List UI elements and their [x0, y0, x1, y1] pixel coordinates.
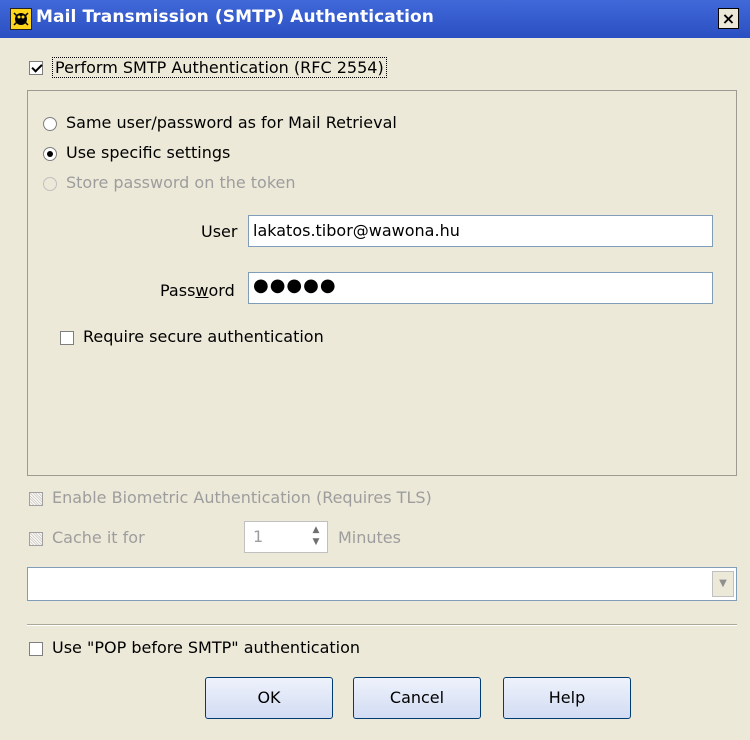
smtp-auth-dialog: Mail Transmission (SMTP) Authentication …: [0, 0, 750, 740]
perform-smtp-auth-checkbox[interactable]: [29, 61, 43, 75]
title-bar[interactable]: Mail Transmission (SMTP) Authentication …: [0, 0, 750, 38]
password-label: Password: [160, 281, 235, 300]
store-token-radio[interactable]: [43, 177, 57, 191]
separator: [27, 624, 737, 626]
require-secure-label[interactable]: Require secure authentication: [83, 327, 324, 346]
biometric-checkbox[interactable]: [29, 492, 43, 506]
user-label: User: [201, 222, 238, 241]
password-input[interactable]: ●●●●●: [248, 272, 713, 304]
chevron-down-icon[interactable]: ▼: [712, 571, 734, 597]
spin-down-icon[interactable]: ▼: [311, 537, 321, 547]
cancel-button[interactable]: Cancel: [353, 677, 481, 719]
account-dropdown[interactable]: ▼: [27, 567, 737, 601]
pop-before-smtp-label[interactable]: Use "POP before SMTP" authentication: [52, 638, 360, 657]
same-user-radio[interactable]: [43, 117, 57, 131]
user-input[interactable]: lakatos.tibor@wawona.hu: [248, 215, 713, 247]
help-button[interactable]: Help: [503, 677, 631, 719]
spin-up-icon[interactable]: ▲: [311, 525, 321, 535]
cache-checkbox[interactable]: [29, 532, 43, 546]
app-icon: [10, 8, 32, 30]
window-title: Mail Transmission (SMTP) Authentication: [36, 7, 435, 27]
use-specific-label[interactable]: Use specific settings: [66, 143, 230, 162]
cache-label: Cache it for: [52, 528, 145, 547]
cache-minutes-value: 1: [253, 527, 264, 546]
cache-minutes-spinner[interactable]: 1 ▲ ▼: [244, 521, 328, 553]
require-secure-checkbox[interactable]: [60, 331, 74, 345]
use-specific-radio[interactable]: [43, 147, 57, 161]
minutes-label: Minutes: [338, 528, 401, 547]
same-user-label[interactable]: Same user/password as for Mail Retrieval: [66, 113, 397, 132]
biometric-label: Enable Biometric Authentication (Require…: [52, 488, 432, 507]
pop-before-smtp-checkbox[interactable]: [29, 642, 43, 656]
close-icon[interactable]: ×: [718, 8, 739, 29]
perform-smtp-auth-label[interactable]: Perform SMTP Authentication (RFC 2554): [52, 57, 387, 78]
ok-button[interactable]: OK: [205, 677, 333, 719]
store-token-label: Store password on the token: [66, 173, 296, 192]
